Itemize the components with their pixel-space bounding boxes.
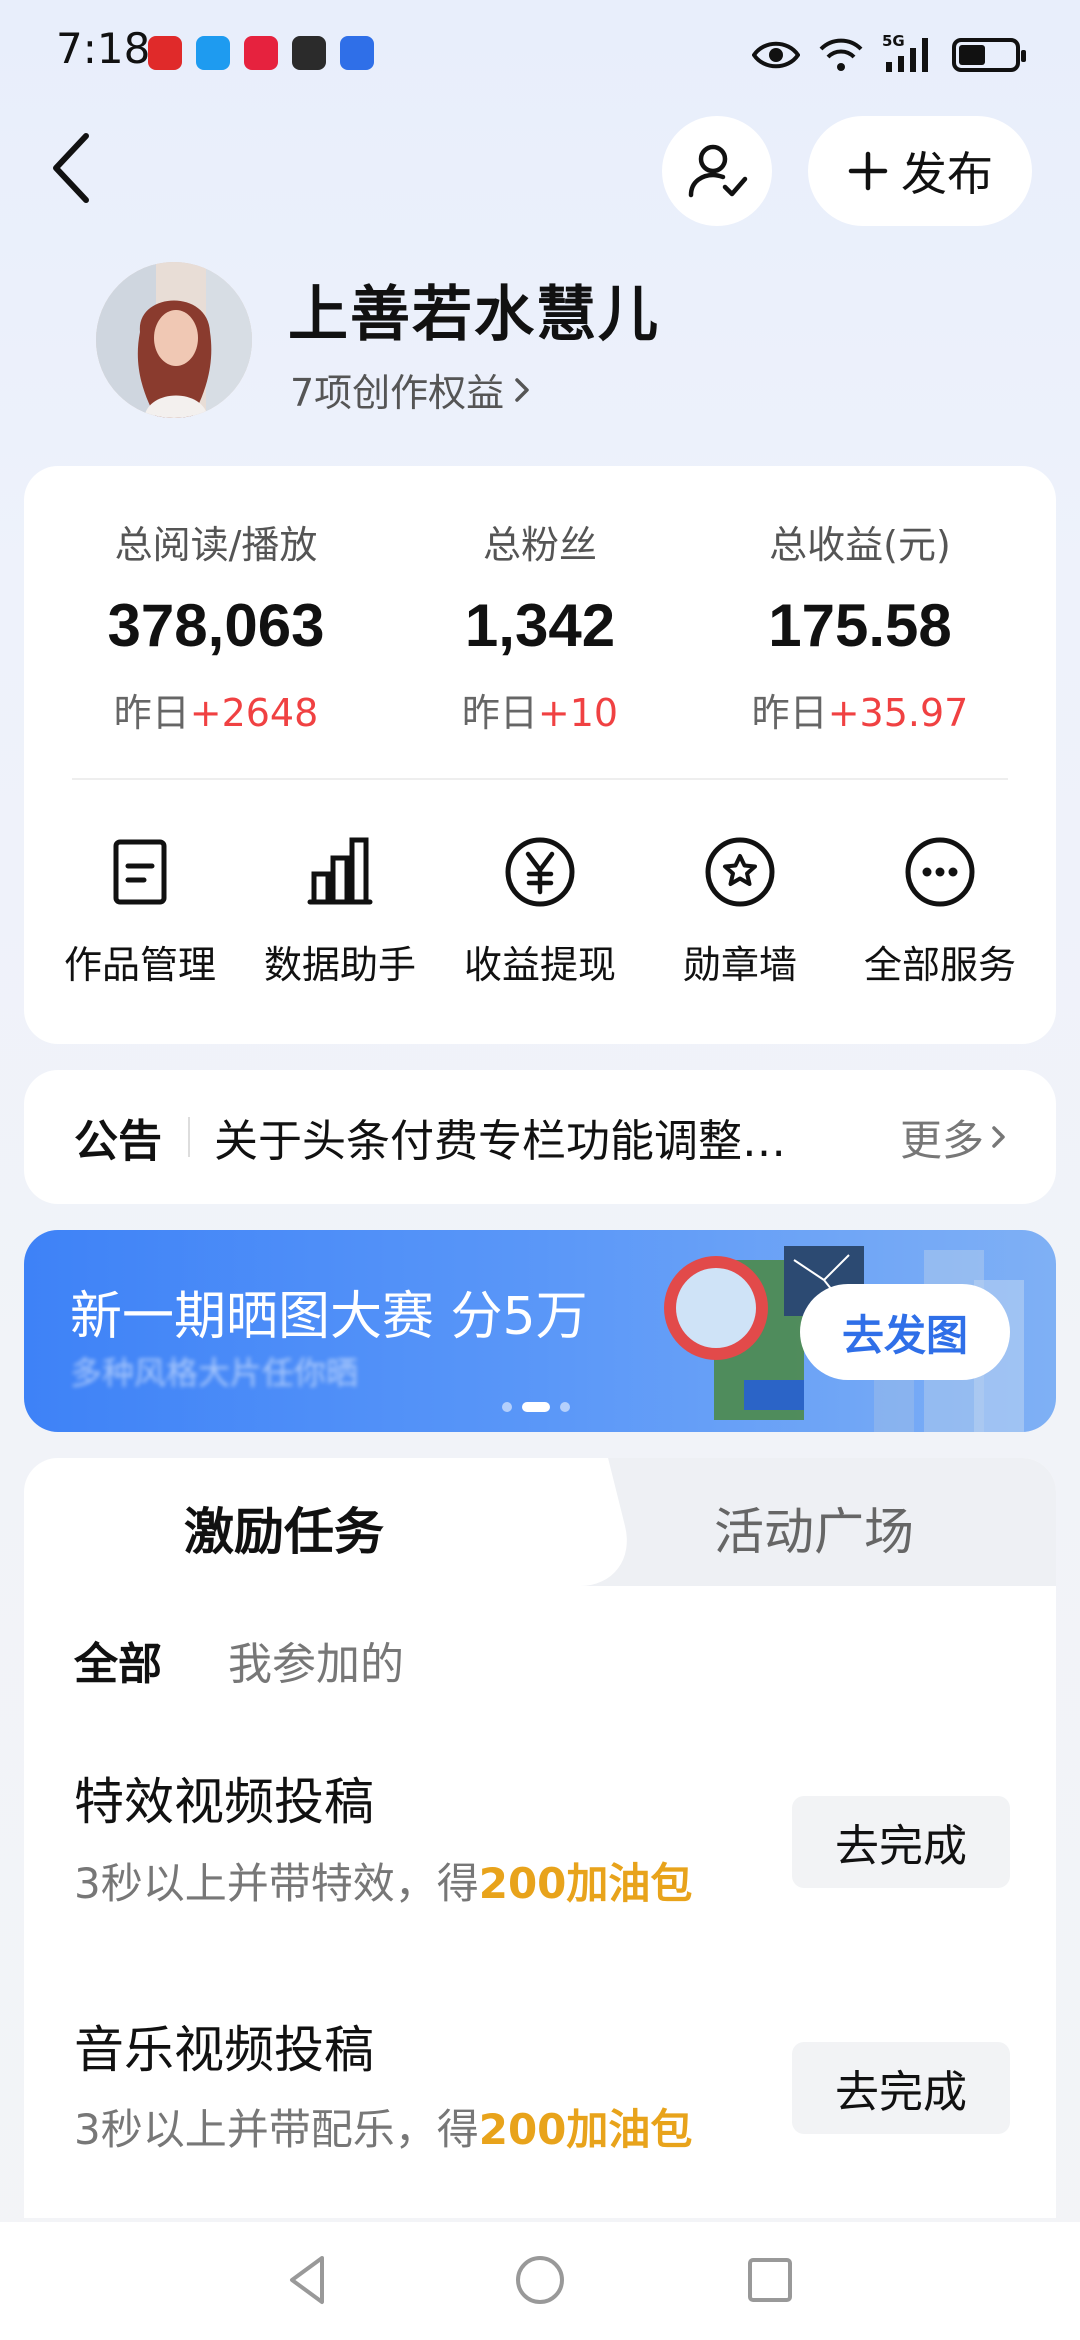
publish-button[interactable]: 发布: [808, 116, 1032, 226]
creator-benefits-label: 7项创作权益: [290, 371, 505, 415]
task-complete-button[interactable]: 去完成: [792, 2042, 1010, 2134]
nav-home-icon[interactable]: [510, 2250, 570, 2310]
avatar[interactable]: [96, 262, 252, 418]
browser-app-icon: [340, 36, 374, 70]
nav-back-icon[interactable]: [278, 2250, 338, 2310]
banner-title: 新一期晒图大赛 分5万: [70, 1287, 588, 1347]
service-all-services[interactable]: 全部服务: [840, 832, 1040, 989]
service-label: 勋章墙: [682, 943, 797, 987]
task-title: 音乐视频投稿: [74, 2021, 374, 2079]
stat-label: 总粉丝: [482, 523, 597, 567]
status-time: 7:18: [56, 24, 151, 73]
battery-icon: [952, 38, 1026, 72]
publish-label: 发布: [901, 147, 993, 201]
stat-value: 1,342: [464, 592, 616, 659]
stat-delta: 昨日+2648: [113, 691, 319, 735]
network-type-label: 5G: [882, 32, 905, 50]
carousel-dot-active: [522, 1402, 550, 1412]
carousel-dot: [502, 1402, 512, 1412]
back-button[interactable]: [40, 128, 110, 208]
service-earnings-withdraw[interactable]: 收益提现: [440, 832, 640, 989]
profile-name: 上善若水慧儿: [288, 280, 660, 350]
eye-icon: [752, 41, 800, 69]
more-icon: [905, 837, 975, 907]
plus-icon: [848, 151, 888, 191]
task-description: 3秒以上并带配乐，得200加油包: [74, 2105, 693, 2154]
task-reward: 200加油包: [478, 1859, 693, 1908]
announcement-text: 关于头条付费专栏功能调整…: [214, 1116, 786, 1167]
service-works-management[interactable]: 作品管理: [40, 832, 240, 989]
chevron-left-icon: [53, 133, 89, 203]
tab-activity-square[interactable]: 活动广场: [714, 1492, 914, 1564]
system-nav-bar: [0, 2222, 1080, 2340]
tasks-panel: 激励任务 活动广场 全部 我参加的 特效视频投稿 3秒以上并带特效，得200加油…: [24, 1458, 1056, 2218]
announcement-tag: 公告: [74, 1116, 162, 1167]
service-medal-wall[interactable]: 勋章墙: [640, 832, 840, 989]
stat-value: 378,063: [107, 592, 325, 659]
service-label: 作品管理: [63, 943, 216, 987]
meituan-app-icon: [292, 36, 326, 70]
announcement-more-link[interactable]: 更多: [900, 1107, 1008, 1168]
tab-incentive-tasks[interactable]: 激励任务: [184, 1492, 384, 1564]
status-bar: 7:18 5G: [0, 0, 1080, 110]
service-label: 收益提现: [463, 943, 616, 987]
announcement-bar[interactable]: 公告 关于头条付费专栏功能调整… 更多: [24, 1070, 1056, 1204]
banner-post-button[interactable]: 去发图: [800, 1284, 1010, 1380]
task-description: 3秒以上并带特效，得200加油包: [74, 1859, 693, 1908]
banner-subtitle: 多种风格大片任你晒: [70, 1354, 359, 1392]
status-indicators: 5G: [752, 30, 1026, 80]
task-title: 特效视频投稿: [74, 1773, 374, 1831]
more-label: 更多: [899, 1115, 984, 1165]
document-icon: [113, 839, 167, 905]
avatar-photo: [96, 262, 252, 418]
chevron-right-icon: [515, 377, 529, 402]
carousel-dot: [560, 1402, 570, 1412]
creator-benefits-link[interactable]: 7项创作权益: [290, 362, 532, 417]
nav-recents-icon[interactable]: [740, 2250, 800, 2310]
bar-chart-icon: [307, 837, 373, 905]
chevron-right-icon: [992, 1126, 1005, 1148]
stat-value: 175.58: [768, 592, 952, 659]
huawei-app-icon: [148, 36, 182, 70]
filter-all[interactable]: 全部: [74, 1628, 162, 1692]
stat-total-earnings[interactable]: 总收益(元) 175.58 昨日+35.97: [700, 514, 1020, 737]
divider: [72, 778, 1008, 780]
yuan-icon: [505, 837, 575, 907]
service-label: 数据助手: [263, 943, 416, 987]
follow-button[interactable]: [662, 116, 772, 226]
service-label: 全部服务: [863, 943, 1016, 987]
medal-icon: [705, 837, 775, 907]
wifi-icon: [819, 38, 863, 71]
filter-joined[interactable]: 我参加的: [228, 1628, 404, 1692]
stat-delta: 昨日+35.97: [751, 691, 969, 735]
message-app-icon: [196, 36, 230, 70]
stats-card: 总阅读/播放 378,063 昨日+2648 总粉丝 1,342 昨日+10 总…: [24, 466, 1056, 1044]
stat-total-reads[interactable]: 总阅读/播放 378,063 昨日+2648: [56, 514, 376, 737]
task-complete-button[interactable]: 去完成: [792, 1796, 1010, 1888]
divider: [188, 1117, 190, 1157]
service-data-assistant[interactable]: 数据助手: [240, 832, 440, 989]
task-reward: 200加油包: [478, 2105, 693, 2154]
stat-delta: 昨日+10: [461, 691, 619, 735]
xiaohongshu-app-icon: [244, 36, 278, 70]
user-check-icon: [688, 144, 748, 198]
signal-indicator: 5G: [882, 32, 934, 74]
stat-total-fans[interactable]: 总粉丝 1,342 昨日+10: [380, 514, 700, 737]
carousel-indicator: [502, 1402, 570, 1412]
stat-label: 总阅读/播放: [114, 523, 318, 567]
stat-label: 总收益(元): [769, 523, 951, 567]
promo-banner[interactable]: 新一期晒图大赛 分5万 多种风格大片任你晒 去发图: [24, 1230, 1056, 1432]
